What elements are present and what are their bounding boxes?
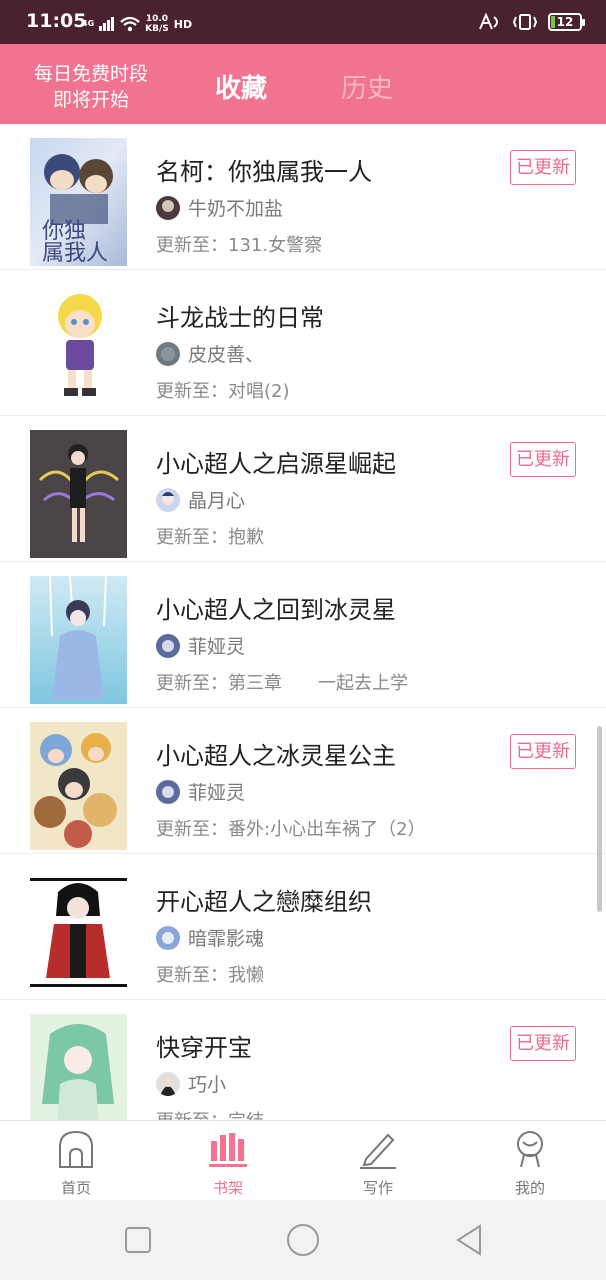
promo-line-2: 即将开始 (52, 89, 129, 111)
tab-favorites[interactable]: 收藏 (215, 68, 267, 105)
book-item[interactable]: 小心超人之启源星崛起 晶月心 更新至：抱歉 已更新 (0, 416, 606, 562)
author-row: 菲娅灵 (156, 778, 245, 805)
author-name[interactable]: 暗霏影魂 (188, 924, 264, 951)
author-avatar[interactable] (156, 779, 180, 804)
network-speed: 10.0 KB/S (145, 14, 169, 34)
latest-chapter: 更新至：131.女警察 (156, 235, 323, 256)
nav-mine-label: 我的 (514, 1179, 545, 1197)
author-avatar[interactable] (156, 341, 180, 366)
author-name[interactable]: 皮皮善、 (188, 340, 264, 367)
author-avatar[interactable] (156, 195, 180, 220)
nav-write[interactable]: 写作 (338, 1129, 418, 1198)
svg-text:属我人: 属我人 (42, 241, 108, 266)
book-item[interactable]: 开心超人之戀糜组织 暗霏影魂 更新至：我懒 (0, 854, 606, 1000)
network-speed-unit: KB/S (145, 24, 169, 34)
author-row: 暗霏影魂 (156, 924, 264, 951)
book-title[interactable]: 开心超人之戀糜组织 (156, 882, 372, 917)
home-circle-icon[interactable] (285, 1222, 321, 1258)
free-period-banner[interactable]: 每日免费时段 即将开始 (18, 61, 164, 113)
nav-bookshelf-label: 书架 (212, 1179, 243, 1197)
author-avatar[interactable] (156, 487, 180, 512)
updated-badge: 已更新 (510, 150, 576, 185)
book-item[interactable]: 小心超人之冰灵星公主 菲娅灵 更新至：番外:小心出车祸了（2） 已更新 (0, 708, 606, 854)
nav-bookshelf[interactable]: 书架 (188, 1129, 268, 1198)
vibrate-icon (512, 14, 538, 30)
network-indicators: 4G 10.0 KB/S HD (82, 14, 192, 34)
updated-badge: 已更新 (510, 734, 576, 769)
battery-level: 12 (556, 15, 574, 29)
recent-apps-icon[interactable] (120, 1222, 156, 1258)
author-row: 皮皮善、 (156, 340, 264, 367)
cell-signal-icon (99, 17, 115, 31)
book-title[interactable]: 小心超人之回到冰灵星 (156, 590, 396, 625)
nav-home-label: 首页 (60, 1179, 91, 1197)
bookshelf-list[interactable]: 你独 属我人 名柯：你独属我一人 牛奶不加盐 更新至：131.女警察 已更新 斗龙… (0, 124, 606, 1120)
clock: 11:05 (26, 10, 87, 32)
system-nav-bar (0, 1200, 606, 1280)
promo-line-1: 每日免费时段 (33, 63, 148, 85)
author-row: 牛奶不加盐 (156, 194, 283, 221)
book-cover[interactable] (30, 430, 127, 558)
author-name[interactable]: 牛奶不加盐 (188, 194, 283, 221)
nav-mine[interactable]: 我的 (490, 1129, 570, 1198)
status-bar: 11:05 4G 10.0 KB/S HD 12 (0, 0, 606, 44)
author-row: 菲娅灵 (156, 632, 245, 659)
nav-home[interactable]: 首页 (36, 1129, 116, 1198)
book-item[interactable]: 小心超人之回到冰灵星 菲娅灵 更新至：第三章 一起去上学 (0, 562, 606, 708)
book-cover[interactable]: 你独 属我人 (30, 138, 127, 266)
book-title[interactable]: 斗龙战士的日常 (156, 298, 324, 333)
book-title[interactable]: 小心超人之启源星崛起 (156, 444, 396, 479)
profile-icon (517, 1131, 543, 1168)
book-cover[interactable] (30, 722, 127, 850)
author-row: 巧小 (156, 1070, 226, 1097)
author-avatar[interactable] (156, 1071, 180, 1096)
updated-badge: 已更新 (510, 1026, 576, 1061)
hd-indicator: HD (173, 17, 193, 31)
book-title[interactable]: 快穿开宝 (156, 1028, 252, 1063)
top-header: 每日免费时段 即将开始 收藏 历史 (0, 44, 606, 124)
book-item[interactable]: 你独 属我人 名柯：你独属我一人 牛奶不加盐 更新至：131.女警察 已更新 (0, 124, 606, 270)
book-cover[interactable] (30, 868, 127, 996)
nfc-icon (479, 13, 498, 30)
system-indicators: 12 (478, 13, 585, 31)
author-name[interactable]: 菲娅灵 (188, 778, 245, 805)
author-name[interactable]: 晶月心 (188, 486, 245, 513)
pencil-icon (360, 1133, 396, 1169)
book-item[interactable]: 快穿开宝 巧小 更新至：完结 已更新 (0, 1000, 606, 1120)
nav-write-label: 写作 (362, 1179, 393, 1197)
book-cover[interactable] (30, 1014, 127, 1120)
latest-chapter: 更新至：抱歉 (156, 527, 264, 548)
latest-chapter: 更新至：对唱(2) (156, 381, 290, 402)
book-cover[interactable] (30, 284, 127, 412)
wifi-icon (120, 16, 140, 32)
book-item[interactable]: 斗龙战士的日常 皮皮善、 更新至：对唱(2) (0, 270, 606, 416)
book-title[interactable]: 名柯：你独属我一人 (156, 152, 372, 187)
network-speed-value: 10.0 (145, 14, 169, 24)
latest-chapter: 更新至：我懒 (156, 965, 264, 986)
bookshelf-icon (209, 1133, 247, 1167)
author-avatar[interactable] (156, 925, 180, 950)
author-row: 晶月心 (156, 486, 245, 513)
book-cover[interactable] (30, 576, 127, 704)
latest-chapter: 更新至：完结 (156, 1107, 264, 1120)
bottom-nav: 首页 书架 写作 我的 (0, 1120, 606, 1200)
signal-type: 4G (82, 19, 95, 28)
back-triangle-icon[interactable] (452, 1222, 488, 1258)
home-icon (59, 1130, 93, 1168)
updated-badge: 已更新 (510, 442, 576, 477)
book-title[interactable]: 小心超人之冰灵星公主 (156, 736, 396, 771)
scrollbar[interactable] (597, 726, 602, 912)
author-name[interactable]: 巧小 (188, 1070, 226, 1097)
author-avatar[interactable] (156, 633, 180, 658)
latest-chapter: 更新至：番外:小心出车祸了（2） (156, 819, 426, 840)
battery-icon: 12 (548, 13, 585, 31)
latest-chapter: 更新至：第三章 一起去上学 (156, 673, 408, 694)
author-name[interactable]: 菲娅灵 (188, 632, 245, 659)
tab-history[interactable]: 历史 (341, 68, 393, 105)
